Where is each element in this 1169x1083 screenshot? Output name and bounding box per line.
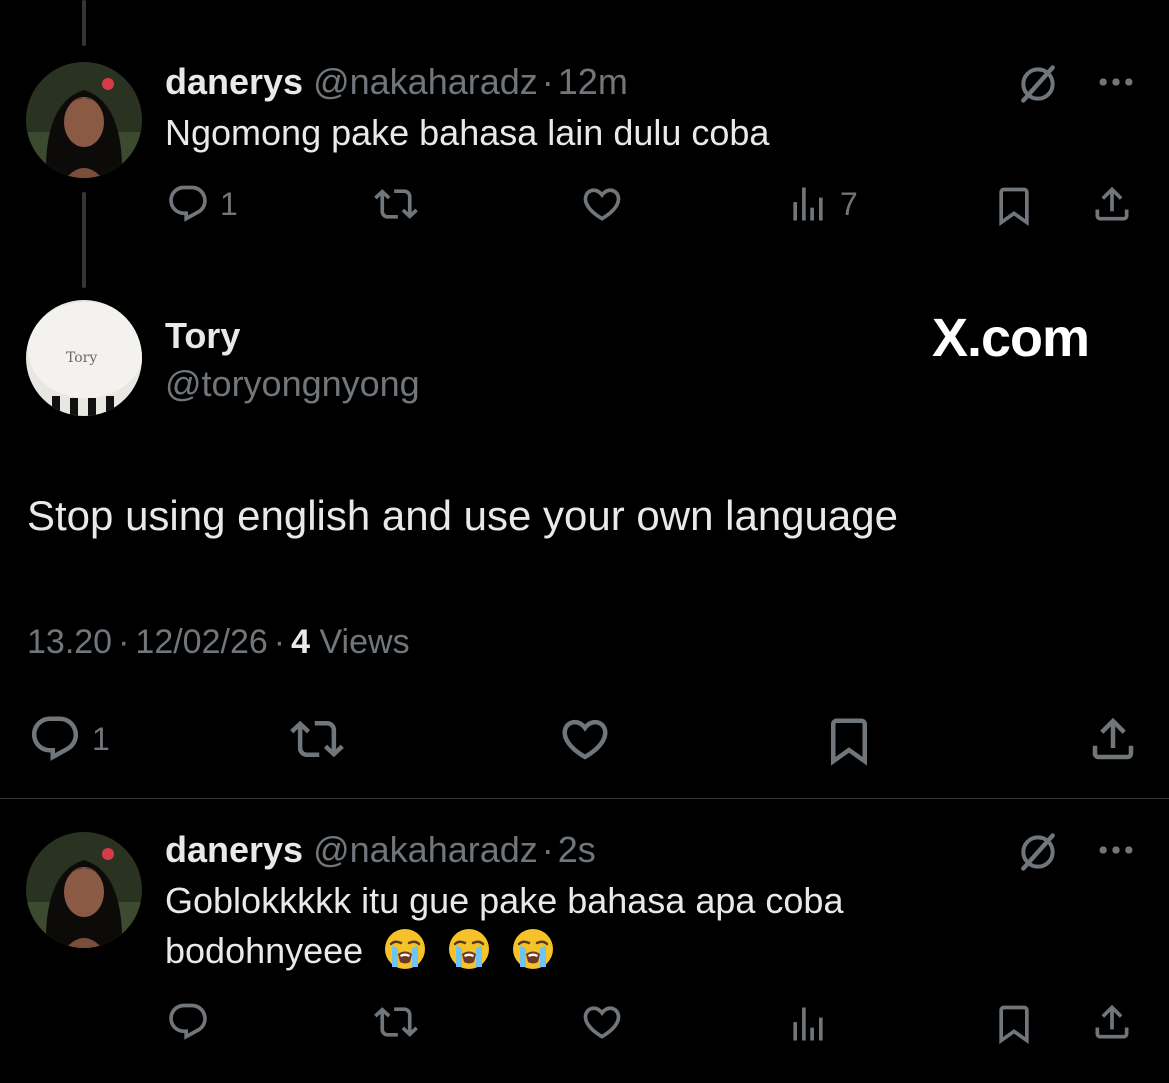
handle[interactable]: @nakaharadz [313, 61, 538, 102]
views-count[interactable]: 4 [291, 623, 310, 661]
bookmark-icon [822, 714, 876, 768]
tweet-header: danerys @nakaharadz · 2s [165, 828, 596, 872]
separator: · [118, 623, 130, 661]
like-icon [580, 182, 624, 226]
bookmark-button[interactable] [822, 714, 876, 768]
reply-count: 1 [220, 185, 238, 222]
grok-icon[interactable] [1016, 830, 1060, 874]
avatar[interactable] [26, 62, 142, 178]
like-button[interactable] [580, 182, 624, 226]
tweet-text: Stop using english and use your own lang… [27, 492, 898, 539]
retweet-button[interactable] [290, 712, 344, 766]
tweet-header: danerys @nakaharadz · 12m [165, 60, 628, 104]
bookmark-button[interactable] [992, 184, 1036, 228]
bookmark-icon [992, 184, 1036, 228]
bookmark-icon [992, 1002, 1036, 1046]
views-icon [786, 1002, 830, 1046]
reply-icon [166, 1000, 210, 1044]
retweet-button[interactable] [374, 1000, 418, 1044]
reply-button[interactable]: 1 [166, 182, 238, 226]
more-icon[interactable] [1094, 60, 1138, 104]
like-button[interactable] [556, 712, 614, 766]
reply-icon [166, 182, 210, 226]
timestamp[interactable]: 2s [558, 829, 596, 870]
views-label[interactable]: Views [319, 623, 409, 661]
reply-button[interactable]: 1 [28, 712, 110, 766]
display-name[interactable]: danerys [165, 829, 303, 870]
share-button[interactable] [1090, 182, 1134, 226]
thread-line-top [82, 0, 86, 46]
share-button[interactable] [1086, 712, 1140, 766]
like-icon [580, 1000, 624, 1044]
display-name[interactable]: Tory [165, 314, 240, 358]
share-icon [1090, 1000, 1134, 1044]
avatar-label: Tory [66, 350, 97, 366]
tweet-date[interactable]: 12/02/26 [135, 623, 267, 661]
share-button[interactable] [1090, 1000, 1134, 1044]
tweet-text: Ngomong pake bahasa lain dulu coba [165, 112, 770, 153]
loudly-crying-face-icon [447, 927, 491, 971]
bookmark-button[interactable] [992, 1002, 1036, 1046]
separator: · [541, 61, 554, 102]
reply-icon [28, 712, 82, 766]
handle[interactable]: @toryongnyong [165, 362, 420, 406]
tweet-text-line-1: Goblokkkkk itu gue pake bahasa apa coba [165, 880, 844, 921]
avatar[interactable] [26, 832, 142, 948]
views-button[interactable] [786, 1002, 830, 1046]
like-button[interactable] [580, 1000, 624, 1044]
thread-line-connector [82, 192, 86, 288]
timestamp[interactable]: 12m [558, 61, 628, 102]
retweet-button[interactable] [374, 182, 418, 226]
share-icon [1090, 182, 1134, 226]
separator: · [541, 829, 554, 870]
reply-count: 1 [92, 720, 110, 757]
tweet-time[interactable]: 13.20 [27, 623, 112, 661]
loudly-crying-face-icon [511, 927, 555, 971]
views-icon [786, 182, 830, 226]
view-count: 7 [840, 185, 858, 222]
tweet-meta: 13.20 · 12/02/26 · 4 Views [27, 620, 410, 664]
share-icon [1086, 712, 1140, 766]
handle[interactable]: @nakaharadz [313, 829, 538, 870]
watermark: X.com [932, 308, 1090, 368]
avatar[interactable]: Tory [26, 300, 142, 416]
loudly-crying-face-icon [383, 927, 427, 971]
retweet-icon [290, 712, 344, 766]
more-icon[interactable] [1094, 828, 1138, 872]
retweet-icon [374, 182, 418, 226]
tweet-text-line-2-words: bodohnyeee [165, 930, 364, 971]
display-name[interactable]: danerys [165, 61, 303, 102]
divider [0, 798, 1169, 799]
tweet-text-line-2: bodohnyeee [165, 926, 555, 976]
separator: · [273, 623, 286, 661]
views-button[interactable]: 7 [786, 182, 858, 226]
retweet-icon [374, 1000, 418, 1044]
grok-icon[interactable] [1016, 62, 1060, 106]
reply-button[interactable] [166, 1000, 210, 1044]
like-icon [556, 712, 614, 766]
